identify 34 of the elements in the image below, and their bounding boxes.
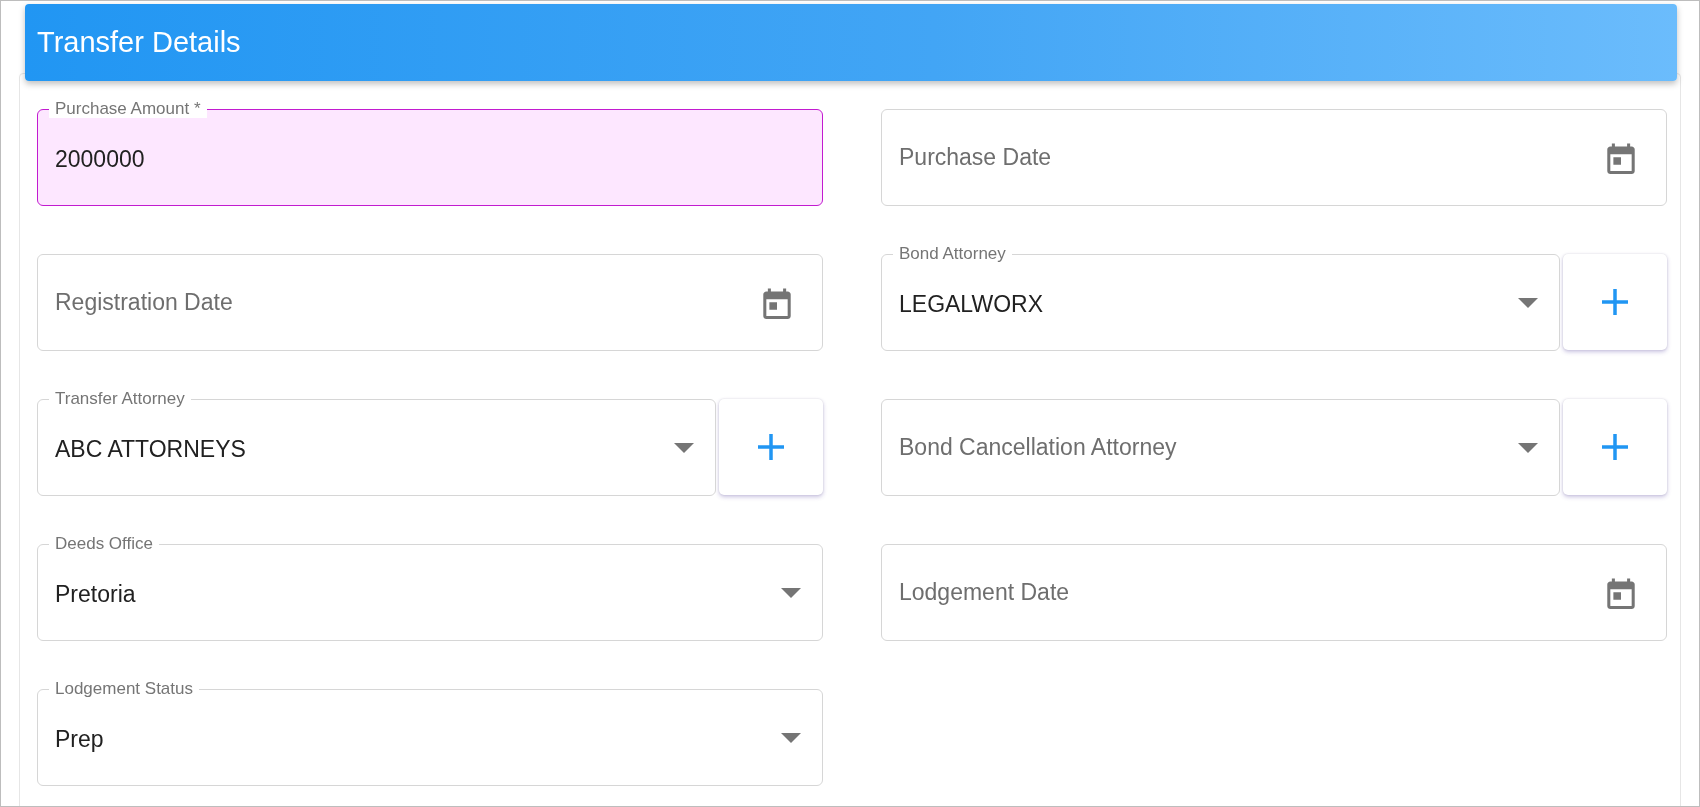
field-label: Transfer Attorney	[49, 390, 191, 408]
field-label: Lodgement Status	[49, 680, 199, 698]
field-value: ABC ATTORNEYS	[55, 436, 247, 463]
date-field[interactable]: Lodgement Date	[881, 535, 1667, 641]
field-label: Bond Attorney	[893, 245, 1012, 263]
caret-icon[interactable]	[674, 442, 694, 453]
field-label: Lodgement Date	[899, 579, 1071, 606]
select-field[interactable]: Transfer Attorney ABC ATTORNEYS	[37, 390, 716, 496]
caret-icon[interactable]	[1518, 442, 1538, 453]
field-label: Purchase Amount *	[49, 100, 207, 118]
input-field[interactable]: Purchase Amount * 2000000	[37, 100, 823, 206]
select-field[interactable]: Bond Cancellation Attorney	[881, 390, 1560, 496]
calendar-icon[interactable]	[1607, 141, 1635, 174]
calendar-icon[interactable]	[763, 286, 791, 319]
field-value: Prep	[55, 726, 105, 753]
field-value: Pretoria	[55, 581, 137, 608]
caret-icon[interactable]	[781, 587, 801, 598]
field-value: LEGALWORX	[899, 291, 1044, 318]
select-field[interactable]: Lodgement Status Prep	[37, 680, 823, 786]
select-field[interactable]: Deeds Office Pretoria	[37, 535, 823, 641]
date-field[interactable]: Registration Date	[37, 245, 823, 351]
field-label: Purchase Date	[899, 144, 1053, 171]
section-title: Transfer Details	[37, 26, 241, 59]
field-label: Bond Cancellation Attorney	[899, 434, 1178, 461]
plus-icon	[1601, 433, 1629, 461]
caret-icon[interactable]	[1518, 297, 1538, 308]
caret-icon[interactable]	[781, 732, 801, 743]
date-field[interactable]: Purchase Date	[881, 100, 1667, 206]
plus-icon	[1601, 288, 1629, 316]
plus-icon	[757, 433, 785, 461]
field-value: 2000000	[55, 146, 146, 173]
select-field[interactable]: Bond Attorney LEGALWORX	[881, 245, 1560, 351]
calendar-icon[interactable]	[1607, 576, 1635, 609]
field-label: Registration Date	[55, 289, 234, 316]
